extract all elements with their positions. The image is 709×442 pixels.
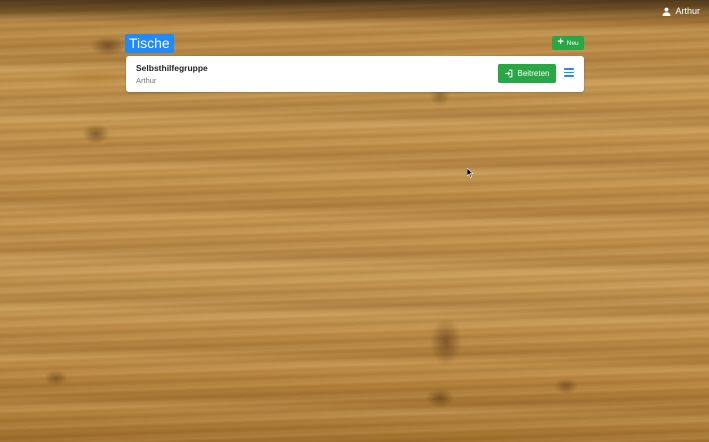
join-button[interactable]: Beitreten: [498, 64, 556, 83]
table-card: Selbsthilfegruppe Arthur Beitreten: [126, 56, 584, 92]
user-icon: [663, 7, 671, 16]
user-menu[interactable]: Arthur: [662, 6, 700, 16]
plus-icon: +: [557, 36, 564, 48]
table-name: Selbsthilfegruppe: [136, 63, 208, 73]
user-name: Arthur: [675, 6, 700, 16]
table-owner: Arthur: [136, 76, 157, 85]
new-button-label: Neu: [566, 39, 579, 47]
page-title: Tische: [125, 34, 174, 53]
mouse-cursor-icon: [467, 168, 474, 178]
sign-in-icon: [505, 69, 513, 78]
hamburger-menu-icon[interactable]: [564, 68, 574, 78]
new-table-button[interactable]: + Neu: [552, 36, 584, 50]
join-button-label: Beitreten: [517, 69, 550, 78]
top-navbar: Arthur: [0, 0, 709, 24]
